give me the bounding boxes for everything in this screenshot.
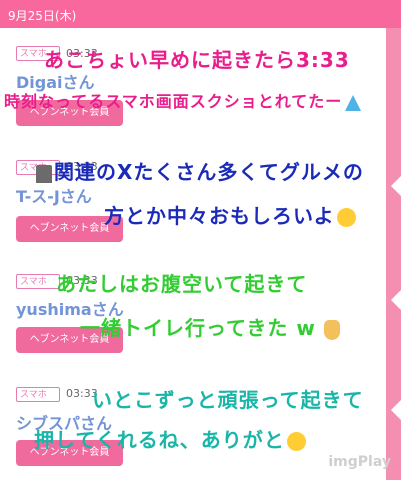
right-scroll-rail: [386, 28, 401, 480]
castle-icon: [36, 164, 52, 183]
username-link[interactable]: T-ス-Jさん: [16, 183, 92, 207]
overlay-caption-line: あこちょい早めに起きたら3:33: [44, 44, 350, 73]
overlay-caption-line: 方とか中々おもしろいよ: [104, 200, 356, 229]
rail-notch: [391, 290, 401, 310]
overlay-caption-text: 一緒トイレ行ってきた w: [80, 316, 316, 340]
rail-notch: [391, 176, 401, 196]
overlay-caption-line: 関連のXたくさん多くてグルメの: [36, 156, 364, 185]
overlay-caption-line: 一緒トイレ行ってきた w: [80, 312, 340, 341]
overlay-caption-line: 時刻なってるスマホ画面スクショとれてたー: [4, 88, 362, 112]
date-header: 9月25日(木): [0, 0, 401, 28]
laughing-face-icon: [336, 208, 356, 227]
victory-hand-icon: [323, 319, 340, 340]
rail-notch: [391, 400, 401, 420]
device-type-badge: スマホ: [16, 274, 60, 289]
overlay-caption-text: 方とか中々おもしろいよ: [104, 204, 335, 228]
overlay-caption-text: 時刻なってるスマホ画面スクショとれてたー: [4, 92, 343, 111]
overlay-caption-line: いとこずっと頑張って起きて: [92, 384, 364, 413]
kissing-face-icon: [286, 432, 306, 451]
sweat-drops-icon: [345, 94, 362, 111]
date-label: 9月25日(木): [8, 9, 77, 23]
overlay-caption-line: あたしはお腹空いて起きて: [56, 268, 307, 297]
overlay-caption-line: 押してくれるね、ありがと: [34, 424, 306, 453]
overlay-caption-text: 関連のXたくさん多くてグルメの: [54, 160, 364, 184]
device-type-badge: スマホ: [16, 387, 60, 402]
imgplay-watermark: imgPlay: [328, 454, 391, 470]
overlay-caption-text: あたしはお腹空いて起きて: [56, 272, 308, 296]
overlay-caption-text: 押してくれるね、ありがと: [34, 428, 285, 452]
overlay-caption-text: いとこずっと頑張って起きて: [92, 388, 364, 412]
overlay-caption-text: あこちょい早めに起きたら3:33: [44, 48, 350, 72]
